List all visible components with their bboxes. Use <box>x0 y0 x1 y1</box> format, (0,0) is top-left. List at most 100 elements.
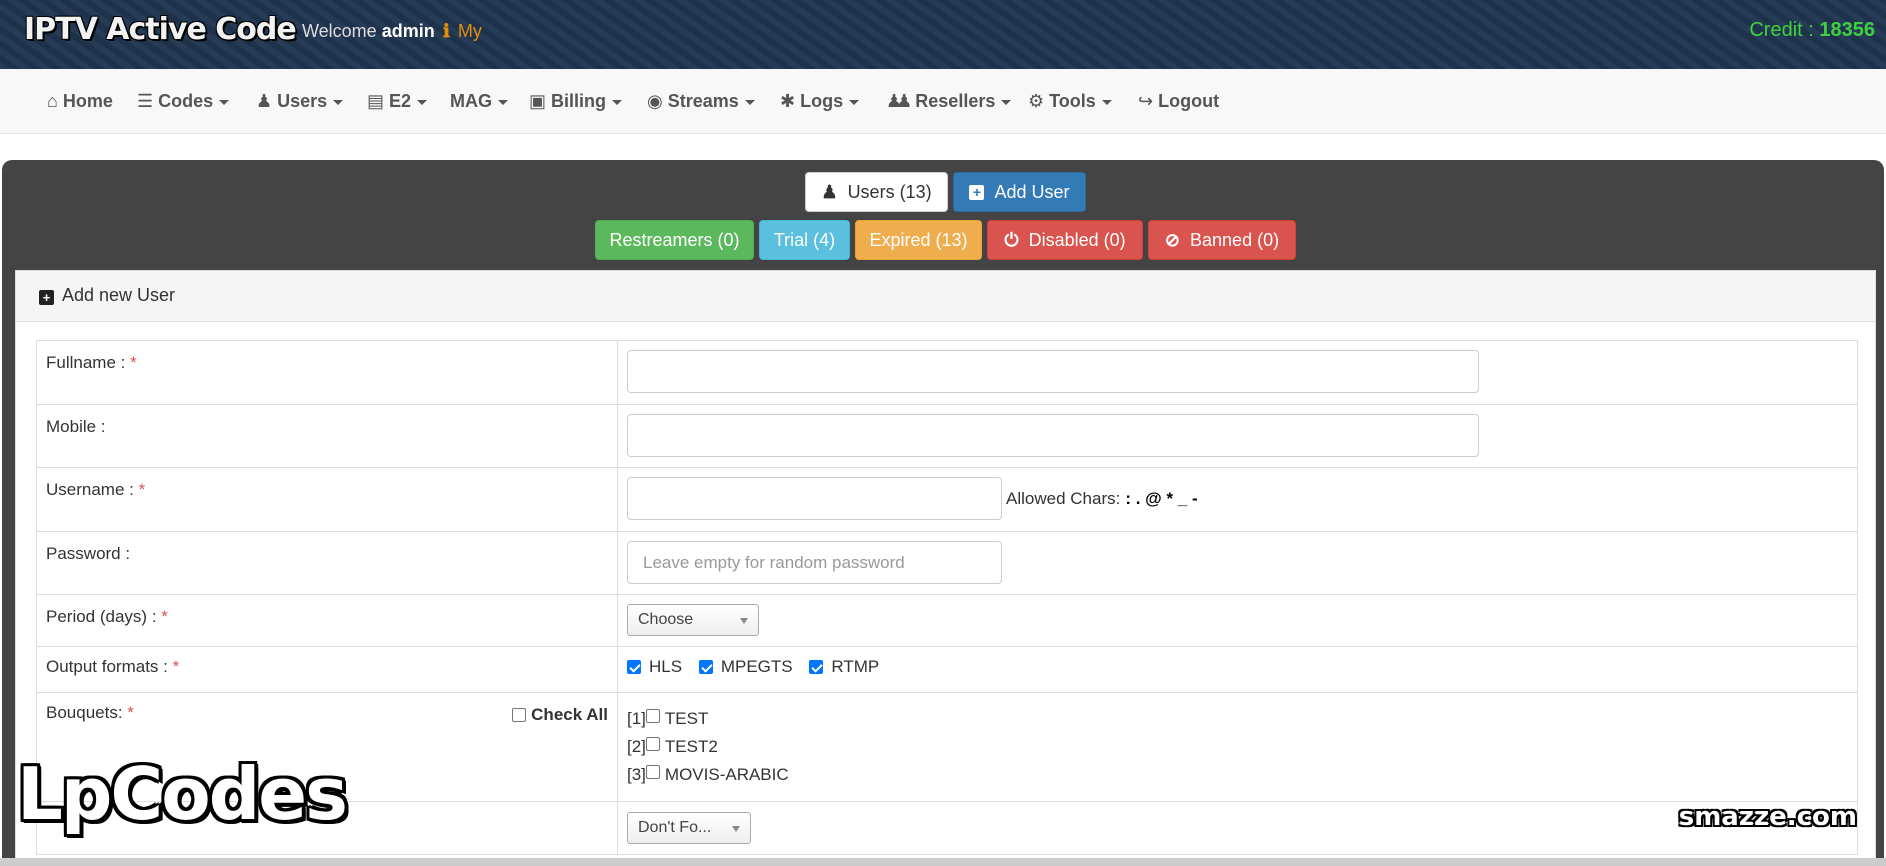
checkbox-label: RTMP <box>831 657 880 676</box>
nav-label: Logs <box>800 91 844 111</box>
lpcodes-watermark: LpCodes <box>17 752 348 836</box>
caret-down-icon <box>612 99 623 105</box>
form-label-cell: Output formats : * <box>36 646 618 693</box>
bouquet-item[interactable]: [2] TEST2 <box>627 733 1848 761</box>
password-label: Password : <box>46 544 131 563</box>
trial-label: Trial (4) <box>773 229 836 250</box>
checkbox-label: HLS <box>649 657 683 676</box>
plus-square-icon: + <box>39 290 54 305</box>
credit-value: 18356 <box>1819 19 1875 41</box>
brand-logo[interactable]: IPTV Active Code <box>24 12 297 47</box>
output-mpegts-checkbox[interactable]: MPEGTS <box>698 657 793 677</box>
user-icon: ♟ <box>821 181 838 202</box>
bouquet-index: [3] <box>627 765 646 784</box>
users-icon: ♟♟ <box>886 91 912 111</box>
option-select[interactable]: Don't Fo... <box>627 812 751 844</box>
my-account-link[interactable]: ℹ My <box>443 21 482 42</box>
nav-mag[interactable]: MAG <box>450 91 508 112</box>
output-rtmp-checkbox[interactable]: RTMP <box>809 657 879 677</box>
nav-label: E2 <box>389 91 412 111</box>
chevron-down-icon <box>732 826 740 832</box>
checkbox-unchecked[interactable] <box>645 709 660 723</box>
main-navbar: ⌂ Home ☰ Codes ♟ Users ▤ E2 MAG ▣ Billing ◉ St… <box>0 69 1886 134</box>
required-marker: * <box>172 657 180 676</box>
welcome-username: admin <box>381 21 435 41</box>
form-row-mobile: Mobile : <box>36 404 1858 468</box>
allowed-chars-label: Allowed Chars: <box>1006 488 1121 508</box>
list-icon: ☰ <box>137 91 154 111</box>
nav-e2[interactable]: ▤ E2 <box>367 91 428 112</box>
password-input[interactable] <box>627 541 1002 584</box>
my-account-label: My <box>457 21 482 41</box>
check-all-label: Check All <box>531 705 608 724</box>
form-row-password: Password : <box>36 531 1858 595</box>
form-row-period: Period (days) : * Choose <box>36 594 1858 647</box>
mobile-input[interactable] <box>627 414 1479 457</box>
form-value-cell: Allowed Chars: : . @ * _ - <box>617 467 1858 532</box>
nav-streams[interactable]: ◉ Streams <box>647 91 755 112</box>
nav-label: Resellers <box>915 91 996 111</box>
banned-button[interactable]: ⊘ Banned (0) <box>1148 220 1296 260</box>
checkbox-unchecked[interactable] <box>512 708 527 722</box>
caret-down-icon <box>1001 99 1012 105</box>
nav-label: MAG <box>450 91 492 111</box>
users-tab-button[interactable]: ♟ Users (13) <box>805 172 948 212</box>
nav-users[interactable]: ♟ Users <box>256 91 344 112</box>
form-value-cell: Don't Fo... <box>617 801 1858 855</box>
required-marker: * <box>127 703 134 722</box>
period-select[interactable]: Choose <box>627 604 759 636</box>
fullname-input[interactable] <box>627 350 1479 393</box>
option-select-value: Don't Fo... <box>638 819 712 836</box>
nav-codes[interactable]: ☰ Codes <box>137 91 230 112</box>
period-select-value: Choose <box>638 611 694 628</box>
ban-icon: ⊘ <box>1164 229 1181 250</box>
welcome-text: Welcome admin <box>302 21 435 42</box>
bouquet-item[interactable]: [3] MOVIS-ARABIC <box>627 761 1848 789</box>
caret-down-icon <box>498 99 508 105</box>
disabled-button[interactable]: ⏻ Disabled (0) <box>987 220 1143 260</box>
credit-display: Credit : 18356 <box>1749 19 1875 42</box>
money-icon: ▣ <box>529 91 547 111</box>
smazze-watermark: smazze.com <box>1678 802 1857 832</box>
nav-billing[interactable]: ▣ Billing <box>529 91 623 112</box>
output-hls-checkbox[interactable]: HLS <box>627 657 682 677</box>
period-label: Period (days) : <box>46 607 157 626</box>
restreamers-button[interactable]: Restreamers (0) <box>595 220 754 260</box>
bouquet-label: TEST <box>664 709 709 728</box>
nav-resellers[interactable]: ♟♟ Resellers <box>886 91 1012 112</box>
bouquet-label: MOVIS-ARABIC <box>664 765 789 784</box>
nav-label: Logout <box>1158 91 1220 111</box>
bouquet-index: [2] <box>627 737 646 756</box>
add-user-button[interactable]: + Add User <box>953 172 1086 212</box>
checkbox-label: MPEGTS <box>720 657 793 676</box>
nav-label: Streams <box>667 91 739 111</box>
podcast-icon: ◉ <box>647 91 663 111</box>
bouquet-label: TEST2 <box>664 737 718 756</box>
bouquet-item[interactable]: [1] TEST <box>627 705 1848 733</box>
trial-button[interactable]: Trial (4) <box>759 220 850 260</box>
checkbox-checked[interactable] <box>809 660 824 674</box>
panel-heading: + Add new User <box>16 271 1875 322</box>
nav-label: Codes <box>158 91 214 111</box>
form-value-cell: HLS MPEGTS RTMP <box>617 646 1858 693</box>
nav-logout[interactable]: ↪ Logout <box>1138 91 1219 112</box>
expired-label: Expired (13) <box>869 229 968 250</box>
nav-home[interactable]: ⌂ Home <box>47 91 113 112</box>
nav-logs[interactable]: ✱ Logs <box>780 91 860 112</box>
username-input[interactable] <box>627 477 1002 520</box>
gear-icon: ⚙ <box>1028 91 1045 111</box>
credit-label: Credit : <box>1749 19 1814 41</box>
check-all-toggle[interactable]: Check All <box>512 705 608 725</box>
nav-tools[interactable]: ⚙ Tools <box>1028 91 1112 112</box>
top-header: IPTV Active Code Welcome admin ℹ My Credi… <box>0 0 1886 69</box>
horizontal-scrollbar[interactable] <box>0 858 1886 866</box>
welcome-prefix: Welcome <box>302 21 377 41</box>
checkbox-unchecked[interactable] <box>645 765 660 779</box>
checkbox-checked[interactable] <box>698 660 713 674</box>
nav-label: Tools <box>1049 91 1096 111</box>
form-label-cell: Period (days) : * <box>36 594 618 647</box>
expired-button[interactable]: Expired (13) <box>855 220 982 260</box>
users-tab-label: Users (13) <box>847 181 932 202</box>
checkbox-checked[interactable] <box>627 660 641 674</box>
checkbox-unchecked[interactable] <box>645 737 660 751</box>
